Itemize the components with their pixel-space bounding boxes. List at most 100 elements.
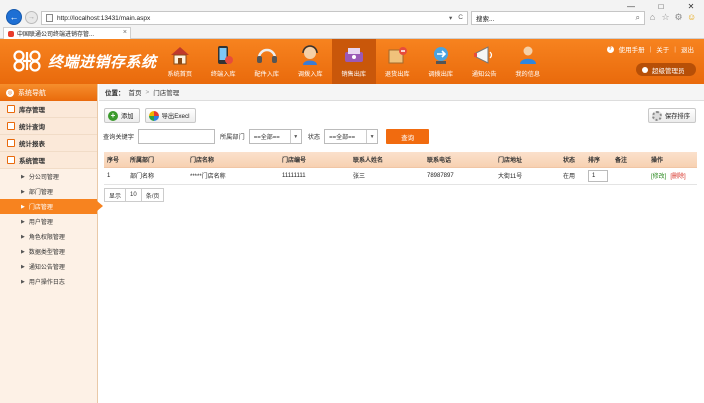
home-icon[interactable]: ⌂ — [648, 12, 657, 22]
back-button[interactable]: ← — [6, 9, 22, 25]
edit-link[interactable]: [修改] — [651, 174, 666, 180]
main-content: 位置： 首页 > 门店管理 + 添加 导出Execl 保存排序 查询关键字 所属… — [99, 84, 704, 403]
report-icon — [7, 139, 15, 147]
refresh-icon[interactable]: C — [458, 14, 463, 22]
forward-button[interactable]: → — [25, 11, 38, 24]
help-link[interactable]: 使用手册 — [619, 44, 645, 54]
nav-sales-out[interactable]: 销售出库 — [332, 39, 376, 84]
sidebar-item-oplog[interactable]: ▶ 用户操作日志 — [0, 274, 97, 289]
col-remark[interactable]: 备注 — [612, 152, 648, 168]
close-window-button[interactable]: ✕ — [686, 3, 696, 11]
sale-icon — [344, 48, 363, 62]
help-icon: ? — [606, 45, 614, 53]
cell-store-code: 11111111 — [279, 167, 350, 185]
col-store-name[interactable]: 门店名称 — [187, 152, 279, 168]
nav-my-info[interactable]: 我的信息 — [506, 39, 550, 84]
window-controls: — □ ✕ — [626, 3, 696, 11]
browser-toolbar-icons: ⌂ ☆ ⚙ ☺ — [648, 12, 696, 22]
sidebar-item-role[interactable]: ▶ 角色权限管理 — [0, 229, 97, 244]
query-button[interactable]: 查询 — [386, 129, 430, 144]
phone-in-icon — [218, 46, 234, 64]
pager: 显示 10 条/页 — [104, 188, 165, 202]
address-url[interactable]: http://localhost:13431/main.aspx — [57, 15, 150, 22]
sidebar-item-store[interactable]: ▶ 门店管理 — [0, 199, 103, 214]
sidebar-item-branch[interactable]: ▶ 分公司管理 — [0, 169, 97, 184]
breadcrumb-home[interactable]: 首页 — [129, 87, 142, 97]
nav-home[interactable]: 系统首页 — [158, 39, 202, 84]
tab-title: 中国联通公司终端进销存管... — [17, 32, 95, 38]
arrow-right-icon: ▶ — [21, 278, 25, 285]
menu-group-stats-report[interactable]: 统计报表 — [0, 135, 97, 152]
sidebar: ◎ 系统导航 库存管理 统计查询 统计报表 系统管理 ▶ 分公司管理 ▶ 部门管理 … — [0, 84, 103, 403]
add-button[interactable]: + 添加 — [104, 108, 140, 123]
col-contact[interactable]: 联系人姓名 — [350, 152, 424, 168]
address-dropdown-icon[interactable]: ▾ — [449, 14, 452, 22]
keyword-input[interactable] — [137, 129, 215, 144]
sidebar-item-notice[interactable]: ▶ 通知公告管理 — [0, 259, 97, 274]
col-sort[interactable]: 排序 — [585, 152, 612, 168]
filter-bar: 查询关键字 所属部门 ==全部== ▼ 状态 ==全部== ▼ 查询 — [103, 129, 430, 144]
sidebar-item-datatype[interactable]: ▶ 数据类型管理 — [0, 244, 97, 259]
sort-input[interactable]: 1 — [588, 169, 608, 182]
transfer-icon — [433, 47, 448, 64]
nav-terminal-in[interactable]: 终端入库 — [202, 39, 246, 84]
cell-phone: 78987897 — [424, 167, 495, 185]
logout-link[interactable]: 退出 — [681, 44, 694, 54]
sidebar-item-user[interactable]: ▶ 用户管理 — [0, 214, 97, 229]
star-icon[interactable]: ☆ — [661, 12, 670, 22]
nav-label: 退货出库 — [384, 71, 410, 78]
sidebar-item-department[interactable]: ▶ 部门管理 — [0, 184, 97, 199]
table-row[interactable]: 1 部门名称 *****门店名称 11111111 张三 78987897 大街… — [104, 167, 697, 185]
col-phone[interactable]: 联系电话 — [424, 152, 495, 168]
about-link[interactable]: 关于 — [656, 44, 669, 54]
status-select[interactable]: ==全部== ▼ — [324, 129, 379, 144]
export-label: 导出Execl — [161, 113, 190, 120]
user-info-icon — [519, 46, 536, 64]
menu-group-inventory[interactable]: 库存管理 — [0, 101, 97, 118]
browser-search-placeholder: 搜索... — [476, 16, 495, 23]
gear-icon[interactable]: ⚙ — [674, 12, 683, 22]
user-icon — [642, 66, 648, 73]
search-icon[interactable]: ⌕ — [636, 13, 640, 23]
browser-tab[interactable]: 中国联通公司终端进销存管... × — [3, 27, 131, 39]
col-address[interactable]: 门店地址 — [495, 152, 560, 168]
arrow-right-icon: ▶ — [21, 248, 25, 255]
browser-search-input[interactable]: 搜索... ⌕ — [471, 11, 645, 25]
nav-label: 通知公告 — [471, 71, 497, 78]
keyword-label: 查询关键字 — [103, 134, 134, 141]
link-separator: | — [674, 45, 676, 53]
tab-close-icon[interactable]: × — [123, 29, 127, 36]
status-label: 状态 — [307, 134, 321, 141]
menu-group-label: 统计报表 — [19, 141, 45, 148]
nav-parts-in[interactable]: 配件入库 — [245, 39, 289, 84]
chevron-down-icon: ▼ — [289, 130, 301, 143]
nav-transfer-in[interactable]: 调拨入库 — [289, 39, 333, 84]
address-bar[interactable]: http://localhost:13431/main.aspx ▾ C — [41, 11, 468, 25]
delete-link[interactable]: [删除] — [670, 174, 685, 180]
col-store-code[interactable]: 门店编号 — [279, 152, 350, 168]
nav-label: 配件入库 — [254, 71, 280, 78]
export-excel-button[interactable]: 导出Execl — [144, 108, 196, 123]
maximize-button[interactable]: □ — [656, 3, 666, 11]
col-status[interactable]: 状态 — [560, 152, 585, 168]
sidebar-item-label: 分公司管理 — [28, 175, 59, 181]
cell-status: 在用 — [560, 167, 585, 185]
menu-group-system[interactable]: 系统管理 — [0, 152, 97, 169]
top-links: ? 使用手册 | 关于 | 退出 — [606, 44, 694, 54]
nav-notice[interactable]: 通知公告 — [463, 39, 507, 84]
menu-group-stats-query[interactable]: 统计查询 — [0, 118, 97, 135]
nav-transfer-out[interactable]: 调拨出库 — [419, 39, 463, 84]
favicon-icon — [8, 30, 14, 37]
minimize-button[interactable]: — — [626, 3, 636, 11]
dept-select[interactable]: ==全部== ▼ — [248, 129, 302, 144]
col-dept[interactable]: 所属部门 — [127, 152, 187, 168]
stats-icon — [7, 122, 15, 130]
dept-select-value: ==全部== — [253, 135, 280, 141]
nav-return-out[interactable]: 退货出库 — [376, 39, 420, 84]
col-actions: 操作 — [648, 152, 697, 168]
page-size-input[interactable]: 10 — [126, 188, 142, 202]
save-sort-button[interactable]: 保存排序 — [647, 108, 696, 123]
smiley-icon[interactable]: ☺ — [687, 12, 696, 22]
current-user-badge[interactable]: 超级管理员 — [636, 63, 696, 76]
col-no[interactable]: 序号 — [104, 152, 127, 168]
